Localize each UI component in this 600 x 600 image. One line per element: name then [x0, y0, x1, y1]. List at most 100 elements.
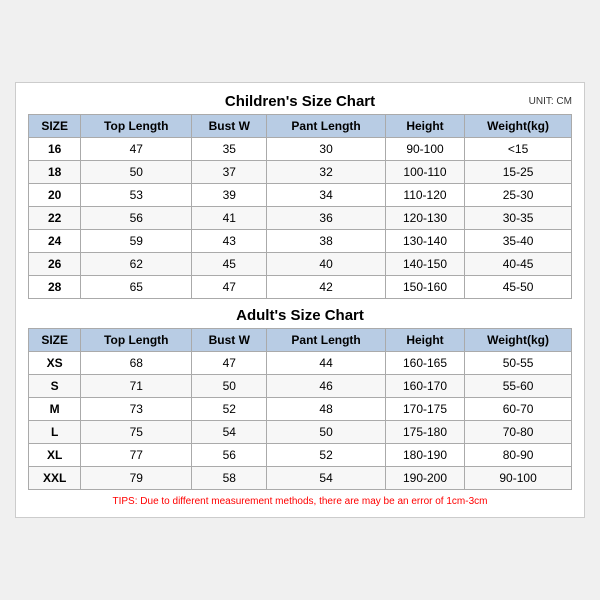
table-cell: 54: [192, 421, 267, 444]
table-cell: 35: [192, 138, 267, 161]
adults-header-pant-length: Pant Length: [267, 329, 386, 352]
table-cell: 59: [81, 230, 192, 253]
table-cell: 60-70: [465, 398, 572, 421]
table-cell: 15-25: [465, 161, 572, 184]
table-cell: 120-130: [385, 207, 464, 230]
table-cell: 26: [29, 253, 81, 276]
adults-header-top-length: Top Length: [81, 329, 192, 352]
table-cell: 58: [192, 467, 267, 490]
table-cell: 48: [267, 398, 386, 421]
table-cell: 53: [81, 184, 192, 207]
table-cell: XXL: [29, 467, 81, 490]
table-cell: 190-200: [385, 467, 464, 490]
children-header-bust-w: Bust W: [192, 115, 267, 138]
table-cell: 62: [81, 253, 192, 276]
table-cell: 20: [29, 184, 81, 207]
table-cell: 45: [192, 253, 267, 276]
table-row: L755450175-18070-80: [29, 421, 572, 444]
table-cell: 47: [81, 138, 192, 161]
table-cell: 46: [267, 375, 386, 398]
table-cell: 50: [81, 161, 192, 184]
table-row: S715046160-17055-60: [29, 375, 572, 398]
table-cell: 38: [267, 230, 386, 253]
table-cell: 52: [267, 444, 386, 467]
table-cell: 30: [267, 138, 386, 161]
chart-container: Children's Size Chart UNIT: CM SIZE Top …: [15, 82, 585, 518]
table-row: XS684744160-16550-55: [29, 352, 572, 375]
table-cell: 68: [81, 352, 192, 375]
table-cell: 25-30: [465, 184, 572, 207]
table-cell: 56: [81, 207, 192, 230]
adults-title-row: Adult's Size Chart: [28, 307, 572, 324]
unit-label: UNIT: CM: [529, 96, 572, 107]
table-cell: 40-45: [465, 253, 572, 276]
table-cell: M: [29, 398, 81, 421]
table-cell: XL: [29, 444, 81, 467]
table-cell: 160-170: [385, 375, 464, 398]
table-row: 24594338130-14035-40: [29, 230, 572, 253]
table-cell: 110-120: [385, 184, 464, 207]
table-cell: 32: [267, 161, 386, 184]
table-cell: 150-160: [385, 276, 464, 299]
table-cell: 65: [81, 276, 192, 299]
table-cell: 160-165: [385, 352, 464, 375]
table-cell: 50-55: [465, 352, 572, 375]
table-cell: 54: [267, 467, 386, 490]
table-cell: 75: [81, 421, 192, 444]
adults-table: SIZE Top Length Bust W Pant Length Heigh…: [28, 328, 572, 490]
adults-header-size: SIZE: [29, 329, 81, 352]
table-cell: 18: [29, 161, 81, 184]
children-header-pant-length: Pant Length: [267, 115, 386, 138]
table-cell: 90-100: [385, 138, 464, 161]
table-cell: 47: [192, 352, 267, 375]
table-cell: 40: [267, 253, 386, 276]
table-cell: 56: [192, 444, 267, 467]
adults-header-bust-w: Bust W: [192, 329, 267, 352]
table-cell: 30-35: [465, 207, 572, 230]
table-cell: 22: [29, 207, 81, 230]
table-cell: 130-140: [385, 230, 464, 253]
table-row: 20533934110-12025-30: [29, 184, 572, 207]
table-cell: 39: [192, 184, 267, 207]
table-cell: 100-110: [385, 161, 464, 184]
children-table: SIZE Top Length Bust W Pant Length Heigh…: [28, 114, 572, 299]
adults-header-row: SIZE Top Length Bust W Pant Length Heigh…: [29, 329, 572, 352]
table-cell: 44: [267, 352, 386, 375]
table-cell: 50: [192, 375, 267, 398]
table-cell: 70-80: [465, 421, 572, 444]
table-cell: 170-175: [385, 398, 464, 421]
table-cell: 80-90: [465, 444, 572, 467]
table-cell: 73: [81, 398, 192, 421]
children-title-row: Children's Size Chart UNIT: CM: [28, 93, 572, 110]
table-cell: 140-150: [385, 253, 464, 276]
children-header-top-length: Top Length: [81, 115, 192, 138]
table-cell: 47: [192, 276, 267, 299]
table-cell: 36: [267, 207, 386, 230]
table-cell: 50: [267, 421, 386, 444]
table-cell: 43: [192, 230, 267, 253]
table-row: M735248170-17560-70: [29, 398, 572, 421]
table-cell: 45-50: [465, 276, 572, 299]
table-cell: XS: [29, 352, 81, 375]
table-cell: 180-190: [385, 444, 464, 467]
children-title: Children's Size Chart: [225, 93, 375, 110]
table-row: 26624540140-15040-45: [29, 253, 572, 276]
table-cell: 37: [192, 161, 267, 184]
table-cell: 34: [267, 184, 386, 207]
children-header-size: SIZE: [29, 115, 81, 138]
table-cell: 77: [81, 444, 192, 467]
table-cell: L: [29, 421, 81, 444]
adults-table-body: XS684744160-16550-55S715046160-17055-60M…: [29, 352, 572, 490]
table-cell: 35-40: [465, 230, 572, 253]
table-cell: 28: [29, 276, 81, 299]
table-row: 18503732100-11015-25: [29, 161, 572, 184]
table-cell: 42: [267, 276, 386, 299]
tips-text: TIPS: Due to different measurement metho…: [28, 496, 572, 507]
table-cell: 41: [192, 207, 267, 230]
table-cell: 175-180: [385, 421, 464, 444]
children-header-height: Height: [385, 115, 464, 138]
adults-header-weight: Weight(kg): [465, 329, 572, 352]
table-cell: 24: [29, 230, 81, 253]
children-table-body: 1647353090-100<1518503732100-11015-25205…: [29, 138, 572, 299]
adults-title: Adult's Size Chart: [236, 307, 364, 324]
